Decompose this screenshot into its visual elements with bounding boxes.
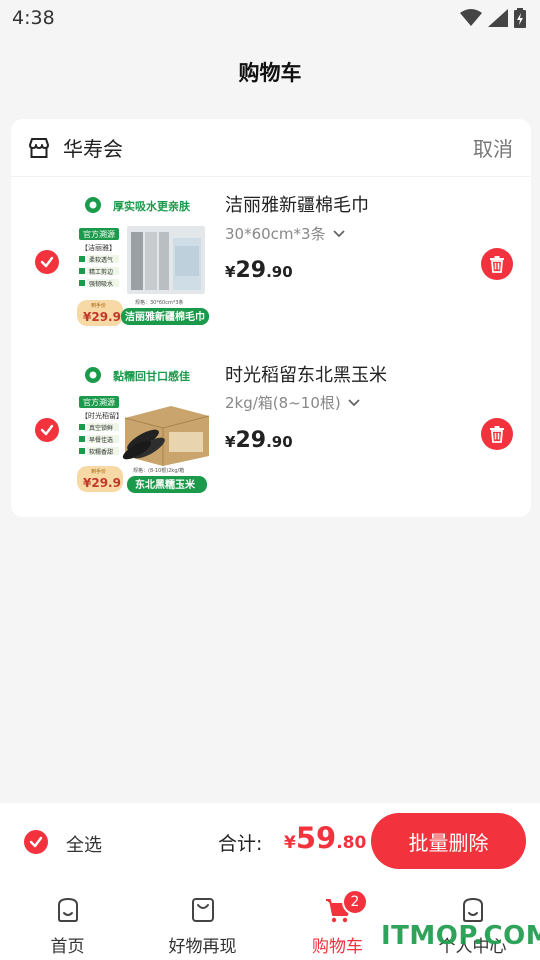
status-time: 4:38: [12, 7, 55, 29]
shopping-bag-icon: [191, 898, 214, 922]
thumb-brand: 【洁丽雅】: [81, 243, 116, 252]
batch-delete-button[interactable]: 批量删除: [371, 813, 526, 869]
thumb-name-banner: 东北黑糯玉米: [135, 478, 196, 491]
shop-name: 华寿会: [63, 137, 123, 161]
item-price: ¥29.90: [225, 258, 293, 283]
price-integer: 29: [235, 258, 267, 283]
thumb-tag: 真空锁鲜: [89, 424, 113, 432]
item-spec: 30*60cm*3条: [225, 225, 326, 243]
tab-goods-revisited[interactable]: 好物再现: [135, 881, 270, 960]
price-integer: 29: [235, 428, 267, 453]
page-title: 购物车: [238, 61, 302, 85]
item-spec-selector[interactable]: 30*60cm*3条: [225, 223, 346, 244]
product-image: 黏糯回甘口感佳 官方溯源 【时光稻留】 真空锁鲜 早餐佳选 软糯香甜 到手价 ¥…: [77, 367, 210, 493]
tab-label: 首页: [50, 937, 85, 957]
corn-box-image: [122, 406, 210, 466]
thumb-tag: 强韧吸水: [89, 280, 113, 288]
thumb-tag: 精工剪边: [89, 268, 113, 276]
item-checkbox[interactable]: [35, 250, 59, 274]
status-icons: [460, 8, 526, 28]
thumb-headline: 黏糯回甘口感佳: [113, 369, 190, 383]
watermark: ITMOP.COM: [381, 921, 540, 951]
price-symbol: ¥: [225, 433, 236, 451]
total-symbol: ¥: [284, 833, 296, 853]
chevron-down-icon: [332, 229, 345, 237]
check-icon: [29, 836, 43, 848]
total-label: 合计:: [218, 833, 263, 855]
delete-item-button[interactable]: [481, 418, 513, 450]
tab-label: 好物再现: [168, 937, 237, 957]
store-icon: [29, 137, 49, 158]
select-all-label[interactable]: 全选: [66, 831, 102, 857]
cancel-button[interactable]: 取消: [473, 133, 513, 162]
thumb-tags: 真空锁鲜 早餐佳选 软糯香甜: [79, 423, 119, 456]
thumb-name-banner: 洁丽雅新疆棉毛巾: [125, 310, 205, 323]
price-symbol: ¥: [225, 263, 236, 281]
signal-icon: [488, 9, 508, 27]
item-title[interactable]: 洁丽雅新疆棉毛巾: [225, 191, 369, 217]
item-spec-selector[interactable]: 2kg/箱(8~10根): [225, 392, 361, 413]
item-title[interactable]: 时光稻留东北黑玉米: [225, 361, 387, 387]
price-decimal: .90: [266, 433, 293, 451]
check-icon: [40, 256, 54, 268]
page-header: 购物车: [0, 36, 540, 108]
thumb-tag: 早餐佳选: [89, 436, 113, 444]
total-integer: 59: [295, 821, 337, 855]
thumb-badge: 官方溯源: [83, 229, 115, 239]
product-image: 厚实吸水更亲肤 官方溯源 【洁丽雅】 柔软透气 精工剪边 强韧吸水 到手价 ¥2…: [77, 197, 209, 326]
tab-home[interactable]: 首页: [0, 881, 135, 960]
tab-label: 购物车: [312, 937, 363, 957]
thumb-promo-label: 到手价: [91, 468, 106, 475]
thumb-badge: 官方溯源: [83, 397, 115, 407]
item-spec: 2kg/箱(8~10根): [225, 394, 341, 412]
thumb-promo-price: ¥29.9: [83, 310, 121, 324]
delete-item-button[interactable]: [481, 248, 513, 280]
item-price: ¥29.90: [225, 428, 293, 453]
total-decimal: .80: [336, 833, 367, 853]
thumb-promo-label: 到手价: [91, 302, 106, 309]
product-thumbnail[interactable]: 厚实吸水更亲肤 官方溯源 【洁丽雅】 柔软透气 精工剪边 强韧吸水 到手价 ¥2…: [75, 188, 213, 338]
total-price: ¥59.80: [284, 821, 366, 855]
product-thumbnail[interactable]: 黏糯回甘口感佳 官方溯源 【时光稻留】 真空锁鲜 早餐佳选 软糯香甜 到手价 ¥…: [75, 358, 213, 508]
status-bar: 4:38: [0, 0, 540, 36]
trash-icon: [490, 426, 504, 443]
cart-item: 黏糯回甘口感佳 官方溯源 【时光稻留】 真空锁鲜 早餐佳选 软糯香甜 到手价 ¥…: [11, 358, 531, 508]
cart-count-badge: 2: [342, 889, 368, 915]
shop-card: 华寿会 取消 厚实吸水更亲肤 官方溯源 【洁丽雅】 柔软透气 精工剪边 强韧吸水: [11, 119, 531, 517]
select-all-checkbox[interactable]: [24, 830, 48, 854]
shop-header: 华寿会 取消: [11, 119, 531, 177]
thumb-spec-line: 规格：30*60cm*3条: [135, 299, 184, 306]
thumb-spec-line: 规格：(8-10根)2kg/箱: [133, 467, 184, 474]
thumb-tag: 柔软透气: [89, 256, 113, 264]
battery-icon: [514, 8, 526, 28]
thumb-tags: 柔软透气 精工剪边 强韧吸水: [79, 255, 119, 288]
thumb-tag: 软糯香甜: [89, 448, 113, 456]
check-icon: [40, 424, 54, 436]
cart-item: 厚实吸水更亲肤 官方溯源 【洁丽雅】 柔软透气 精工剪边 强韧吸水 到手价 ¥2…: [11, 188, 531, 338]
home-bag-icon: [57, 897, 78, 922]
item-checkbox[interactable]: [35, 418, 59, 442]
trash-icon: [490, 256, 504, 273]
profile-bag-icon: [462, 897, 483, 922]
thumb-brand: 【时光稻留】: [81, 411, 123, 420]
thumb-headline: 厚实吸水更亲肤: [113, 199, 191, 213]
checkout-bar: 全选 合计: ¥59.80 批量删除: [0, 803, 540, 881]
wifi-icon: [460, 9, 482, 26]
towel-pack-image: [127, 226, 205, 294]
thumb-promo-price: ¥29.9: [83, 476, 121, 490]
chevron-down-icon: [348, 398, 360, 406]
price-decimal: .90: [266, 263, 293, 281]
